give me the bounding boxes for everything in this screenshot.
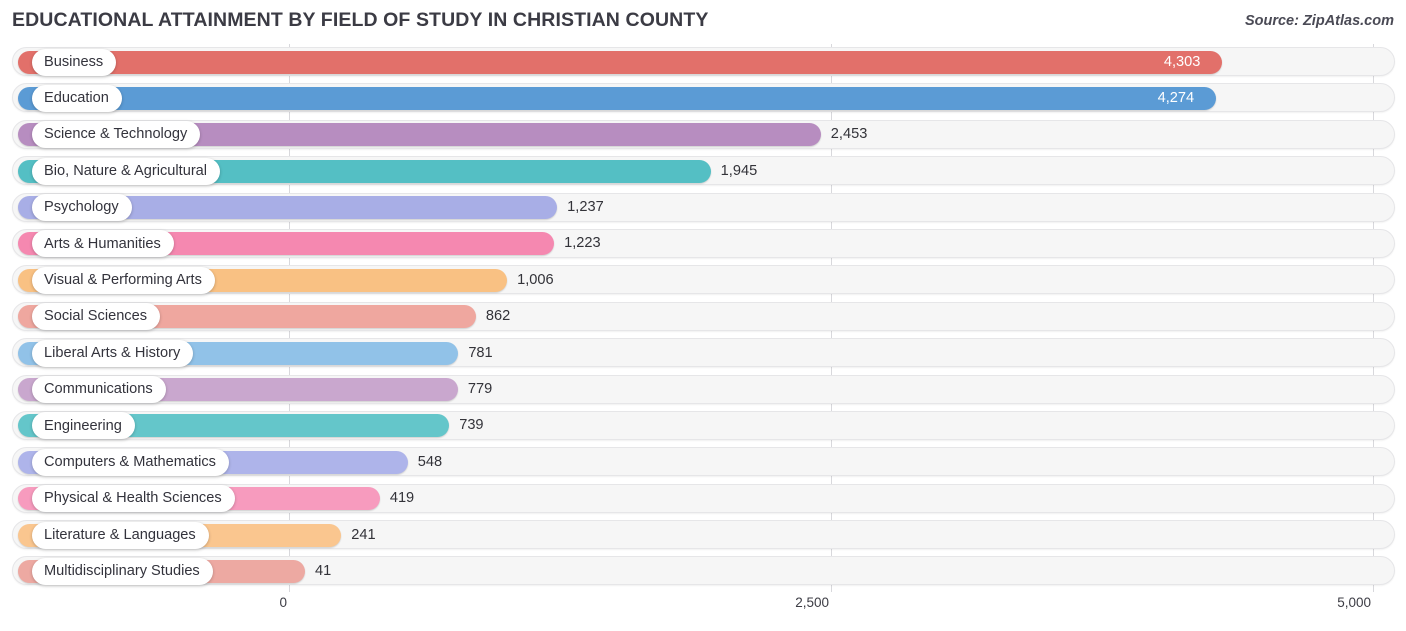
x-tick-label: 0 [279, 595, 287, 610]
bar-label: Social Sciences [44, 308, 148, 325]
bar-label-pill: Business [32, 48, 117, 76]
bar-label: Literature & Languages [44, 526, 196, 543]
bar-value-label: 4,274 [1157, 89, 1195, 106]
bar-row[interactable]: Education 4,274 [0, 80, 1406, 116]
bar[interactable] [18, 86, 1216, 110]
bar-label-pill: Liberal Arts & History [32, 339, 194, 367]
bar-value-label: 2,453 [830, 126, 868, 143]
bar-label: Physical & Health Sciences [44, 490, 222, 507]
bar-value-label: 779 [467, 381, 493, 398]
bar-label: Visual & Performing Arts [44, 272, 202, 289]
bar-label: Education [44, 90, 109, 107]
page-title: EDUCATIONAL ATTAINMENT BY FIELD OF STUDY… [12, 9, 709, 31]
bar-label: Bio, Nature & Agricultural [44, 162, 208, 179]
chart-header: EDUCATIONAL ATTAINMENT BY FIELD OF STUDY… [0, 0, 1406, 44]
bar-value-label: 1,945 [720, 162, 758, 179]
bar-value-label: 4,303 [1163, 53, 1201, 70]
bar-row[interactable]: Literature & Languages 241 [0, 517, 1406, 553]
bar-row[interactable]: Physical & Health Sciences 419 [0, 481, 1406, 517]
bar-label-pill: Education [32, 84, 122, 112]
bar-row[interactable]: Bio, Nature & Agricultural 1,945 [0, 153, 1406, 189]
bar-row[interactable]: Liberal Arts & History 781 [0, 335, 1406, 371]
bar-row[interactable]: Social Sciences 862 [0, 299, 1406, 335]
bar-label-pill: Engineering [32, 412, 135, 440]
bar-label: Liberal Arts & History [44, 344, 181, 361]
bar-label: Multidisciplinary Studies [44, 563, 200, 580]
bar-label: Science & Technology [44, 126, 188, 143]
bar-label-pill: Psychology [32, 194, 132, 222]
bar-label-pill: Science & Technology [32, 121, 201, 149]
bar-rows: Business 4,303 Education 4,274 Science & Tec… [0, 44, 1406, 590]
bar-label-pill: Arts & Humanities [32, 230, 174, 258]
bar-value-label: 862 [485, 308, 511, 325]
bar-label-pill: Literature & Languages [32, 521, 209, 549]
x-tick-label: 5,000 [1337, 595, 1371, 610]
bar-label-pill: Social Sciences [32, 303, 161, 331]
bar-value-label: 1,223 [564, 235, 601, 252]
bar-row[interactable]: Computers & Mathematics 548 [0, 444, 1406, 480]
bar-value-label: 548 [417, 453, 443, 470]
bar-value-label: 1,006 [517, 271, 554, 288]
bar-row[interactable]: Psychology 1,237 [0, 190, 1406, 226]
bar-label-pill: Visual & Performing Arts [32, 266, 215, 294]
bar-label-pill: Bio, Nature & Agricultural [32, 157, 221, 185]
bar-row[interactable]: Multidisciplinary Studies 41 [0, 553, 1406, 589]
bar-label-pill: Communications [32, 376, 166, 404]
bar-row[interactable]: Business 4,303 [0, 44, 1406, 80]
bar-label: Arts & Humanities [44, 235, 161, 252]
x-tick-label: 2,500 [795, 595, 829, 610]
bar-value-label: 739 [459, 417, 484, 434]
bar-label-pill: Computers & Mathematics [32, 448, 229, 476]
bar-label: Computers & Mathematics [44, 454, 216, 470]
bar-label-pill: Physical & Health Sciences [32, 485, 235, 513]
bar-value-label: 781 [468, 344, 493, 361]
bar-label-pill: Multidisciplinary Studies [32, 557, 213, 585]
bar-label: Business [44, 53, 104, 70]
bar-label: Communications [44, 381, 153, 398]
bar-value-label: 1,237 [567, 199, 604, 216]
chart-page: EDUCATIONAL ATTAINMENT BY FIELD OF STUDY… [0, 0, 1406, 631]
bar-value-label: 241 [351, 526, 376, 543]
bar-row[interactable]: Arts & Humanities 1,223 [0, 226, 1406, 262]
bar-label: Engineering [44, 417, 122, 434]
x-axis: 0 2,500 5,000 [0, 592, 1406, 631]
source-attribution: Source: ZipAtlas.com [1244, 13, 1394, 29]
bar-row[interactable]: Communications 779 [0, 372, 1406, 408]
bar-row[interactable]: Science & Technology 2,453 [0, 117, 1406, 153]
bar-row[interactable]: Visual & Performing Arts 1,006 [0, 262, 1406, 298]
bar-value-label: 41 [315, 562, 332, 579]
bar-label: Psychology [44, 199, 119, 216]
bar-row[interactable]: Engineering 739 [0, 408, 1406, 444]
plot-area: Business 4,303 Education 4,274 Science & Tec… [0, 44, 1406, 592]
bar[interactable] [18, 50, 1222, 74]
bar-value-label: 419 [389, 490, 415, 507]
